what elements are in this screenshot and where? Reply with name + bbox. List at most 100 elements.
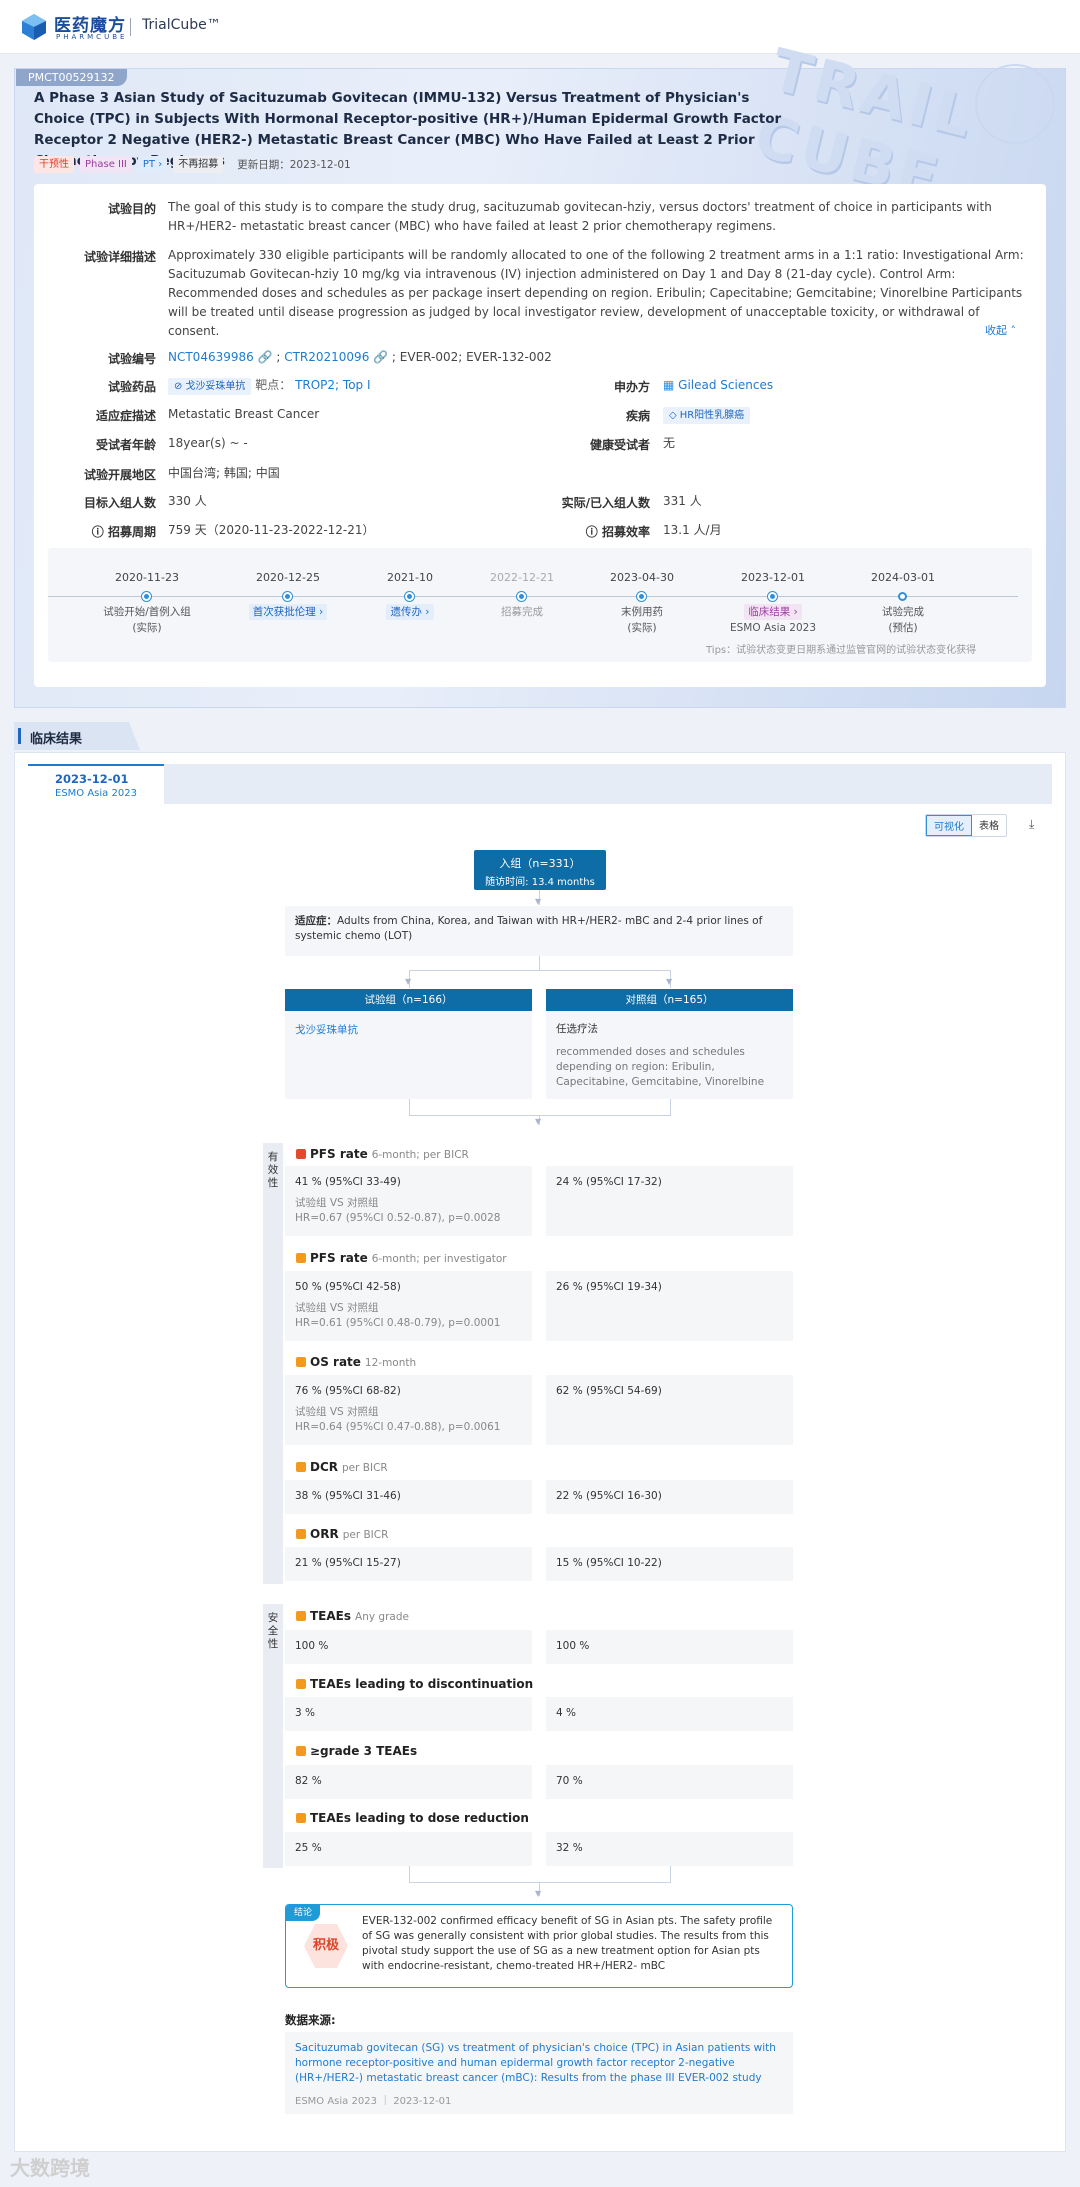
efficacy-label: 有效性 (263, 1143, 283, 1584)
metric-exp-cell: 21 % (95%CI 15-27) (285, 1547, 532, 1581)
update-date: 更新日期：2023-12-01 (237, 159, 351, 171)
age-value: 18year(s) ~ - (168, 436, 248, 450)
help-icon[interactable]: ⓘ (92, 525, 104, 539)
metric-icon (296, 1611, 306, 1621)
source-meta: ESMO Asia 2023 ｜ 2023-12-01 (295, 2096, 452, 2107)
badge-status: 不再招募 (173, 156, 224, 173)
target-link[interactable]: TROP2; Top I (295, 378, 370, 392)
metric-title: OS rate 12-month (296, 1355, 416, 1369)
eff-label: ⓘ 招募效率 (585, 525, 650, 539)
section-title: 临床结果 (30, 732, 83, 747)
reg-values: NCT04639986 🔗 ; CTR20210096 🔗 ; EVER-002… (168, 350, 552, 364)
tl-date: 2020-12-25 (256, 571, 320, 584)
metric-icon (296, 1746, 306, 1756)
tl-chip-genetics[interactable]: 遗传办 › (350, 604, 470, 620)
enroll-box: 入组（n=331） 随访时间: 13.4 months (474, 850, 606, 890)
metric-icon (296, 1253, 306, 1263)
metric-ctl-cell: 15 % (95%CI 10-22) (546, 1547, 793, 1581)
tl-chip-ethics[interactable]: 首次获批伦理 › (228, 604, 348, 620)
data-source-label: 数据来源: (285, 2013, 336, 2027)
eff-value: 13.1 人/月 (663, 523, 722, 537)
tl-date: 2024-03-01 (871, 571, 935, 584)
metric-title: ORR per BICR (296, 1527, 388, 1541)
product-name[interactable]: TrialCube™ (142, 17, 221, 33)
arm-exp-drug-link[interactable]: 戈沙妥珠单抗 (295, 1024, 358, 1036)
metric-title: TEAEs leading to dose reduction (296, 1811, 529, 1825)
timeline-dot (637, 592, 646, 601)
arrow-down-icon: ▼ (535, 1117, 542, 1126)
period-label: ⓘ 招募周期 (91, 525, 156, 539)
pill-icon: ⊘ (174, 381, 183, 392)
metric-ctl-cell: 62 % (95%CI 54-69) (546, 1375, 793, 1445)
arrow-down-icon: ▼ (535, 1889, 542, 1898)
metric-ctl-cell: 22 % (95%CI 16-30) (546, 1480, 793, 1514)
metric-ctl-cell: 70 % (546, 1765, 793, 1799)
metric-icon (296, 1813, 306, 1823)
indication-value: Metastatic Breast Cancer (168, 407, 320, 421)
sponsor-label: 申办方 (613, 380, 650, 394)
timeline-tips: Tips：试验状态变更日期系通过监管官网的试验状态变化获得 (706, 645, 977, 656)
link-icon[interactable]: 🔗 (254, 350, 273, 364)
connector (409, 1115, 671, 1116)
ctr-link[interactable]: CTR20210096 (284, 350, 369, 364)
diamond-icon: ◇ (669, 410, 677, 421)
conclusion-text: EVER-132-002 confirmed efficacy benefit … (362, 1915, 773, 1972)
metric-icon (296, 1679, 306, 1689)
timeline-dot (768, 592, 777, 601)
badge-phase: Phase III (80, 156, 132, 173)
metric-exp-cell: 82 % (285, 1765, 532, 1799)
disease-chip[interactable]: ◇ HR阳性乳腺癌 (663, 405, 751, 424)
metric-icon (296, 1357, 306, 1367)
connector (539, 956, 540, 970)
tl-chip-results[interactable]: 临床结果 › ESMO Asia 2023 (713, 604, 833, 636)
data-source-box: Sacituzumab govitecan (SG) vs treatment … (285, 2032, 793, 2114)
tl-date: 2021-10 (387, 571, 433, 584)
actual-n-value: 331 人 (663, 494, 702, 508)
timeline-dot (142, 592, 151, 601)
metric-exp-cell: 100 % (285, 1630, 532, 1664)
actual-n-label: 实际/已入组人数 (561, 496, 650, 510)
metric-ctl-cell: 4 % (546, 1697, 793, 1731)
region-label: 试验开展地区 (83, 468, 156, 482)
connector (670, 1099, 671, 1115)
tab-esmo-asia-2023[interactable]: 2023-12-01 ESMO Asia 2023 (28, 764, 164, 804)
timeline-dot (517, 592, 526, 601)
period-value: 759 天（2020-11-23-2022-12-21） (168, 523, 375, 537)
link-icon[interactable]: 🔗 (369, 350, 388, 364)
trial-id-tag: PMCT00529132 (16, 69, 127, 86)
region-value: 中国台湾; 韩国; 中国 (168, 466, 280, 480)
arrow-down-icon: ▼ (666, 977, 673, 986)
sponsor-value[interactable]: ▦ Gilead Sciences (663, 376, 773, 395)
nct-link[interactable]: NCT04639986 (168, 350, 254, 364)
badge-pt[interactable]: PT › (137, 156, 168, 173)
indication-label: 适应症描述 (95, 409, 156, 423)
toggle-table[interactable]: 表格 (972, 815, 1006, 836)
timeline-dot (898, 592, 907, 601)
healthy-label: 健康受试者 (589, 438, 650, 452)
metric-title: DCR per BICR (296, 1460, 388, 1474)
metric-icon (296, 1149, 306, 1159)
tl-date: 2023-04-30 (610, 571, 674, 584)
globe-icon (975, 64, 1055, 144)
metric-exp-cell: 41 % (95%CI 33-49) 试验组 VS 对照组 HR=0.67 (95%… (285, 1166, 532, 1236)
purpose-text: The goal of this study is to compare the… (168, 200, 992, 233)
collapse-link[interactable]: 收起 ˄ (985, 322, 1016, 338)
toggle-visual[interactable]: 可视化 (926, 815, 972, 836)
metric-exp-cell: 25 % (285, 1832, 532, 1866)
drug-chip[interactable]: ⊘ 戈沙妥珠单抗 (168, 378, 252, 395)
connector (409, 1866, 410, 1882)
drug-values: ⊘ 戈沙妥珠单抗 靶点： TROP2; Top I (168, 376, 371, 395)
help-icon[interactable]: ⓘ (586, 525, 598, 539)
connector (409, 970, 670, 971)
tl-label: 末例用药 (实际) (621, 606, 663, 634)
view-toggle: 可视化 表格 (925, 814, 1007, 837)
connector (409, 1882, 671, 1883)
badge-type: 干预性 (34, 156, 74, 173)
metric-ctl-cell: 26 % (95%CI 19-34) (546, 1271, 793, 1341)
pharmcube-logo-icon[interactable] (20, 13, 48, 41)
download-icon[interactable]: ⤓ (1029, 817, 1034, 832)
drug-label: 试验药品 (107, 380, 156, 394)
metric-ctl-cell: 32 % (546, 1832, 793, 1866)
source-link[interactable]: Sacituzumab govitecan (SG) vs treatment … (295, 2041, 783, 2086)
connector (670, 1866, 671, 1882)
